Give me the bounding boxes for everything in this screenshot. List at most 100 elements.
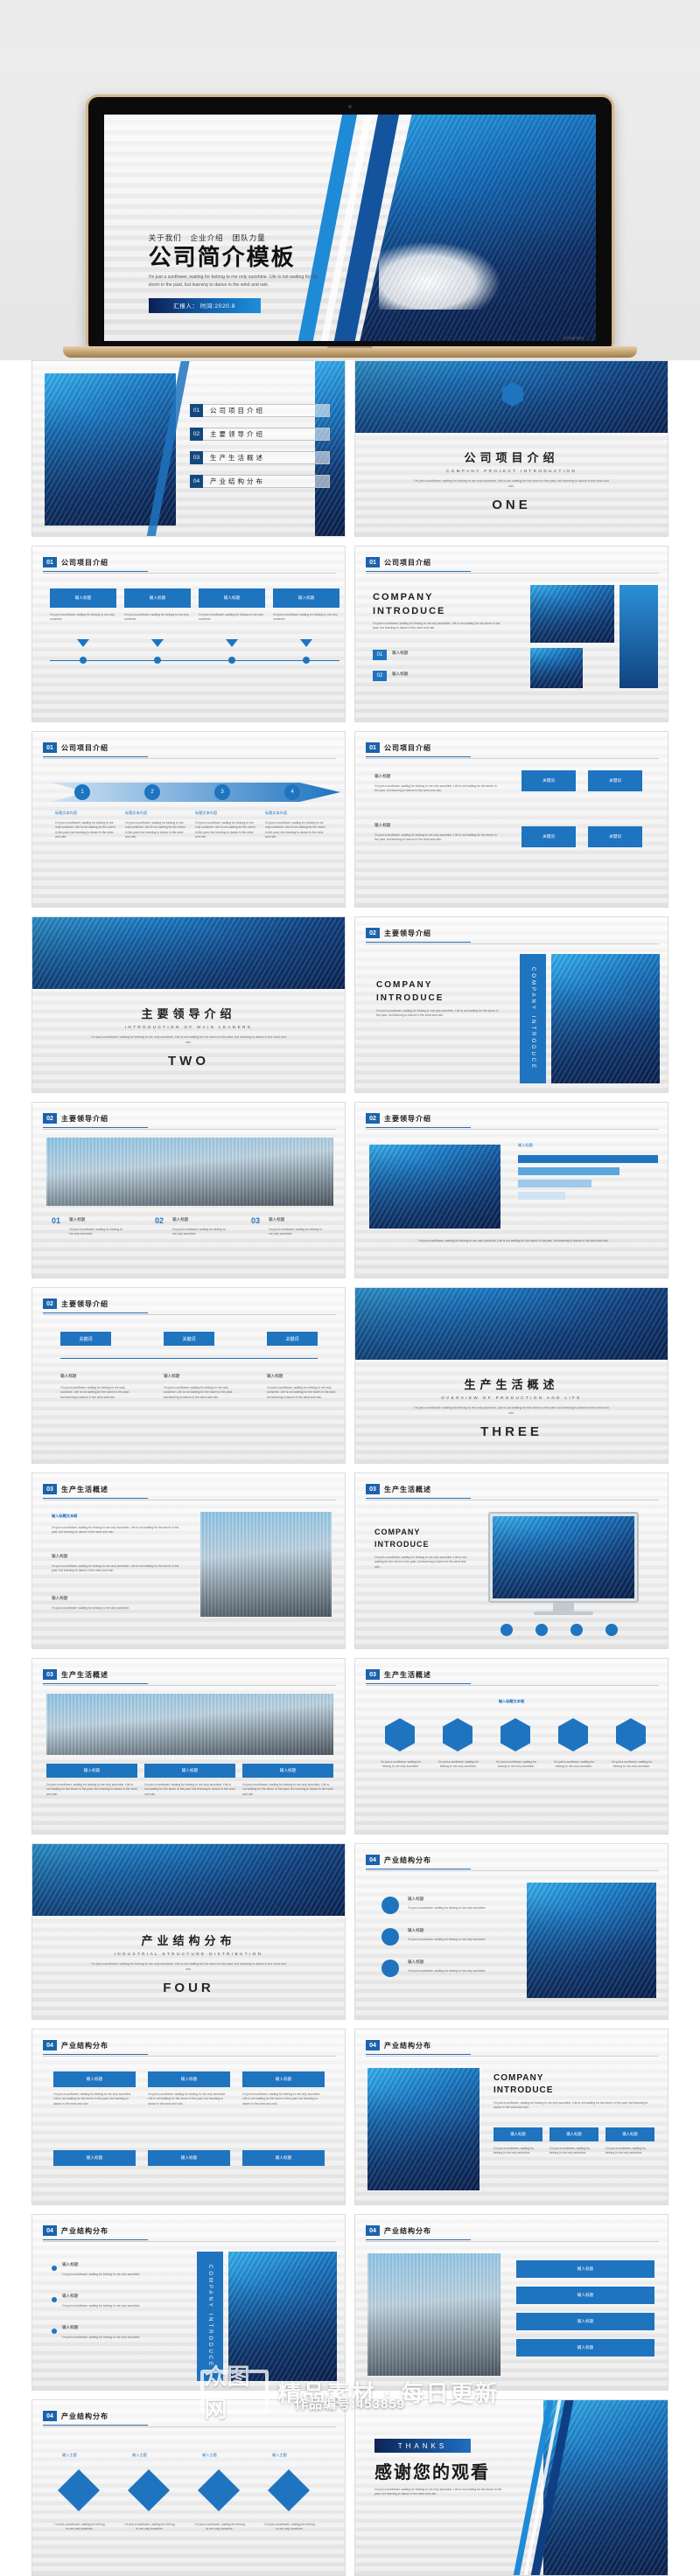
card-1[interactable]: 输入标题 xyxy=(124,588,191,608)
process-step-3[interactable]: 3 xyxy=(214,784,230,800)
process-step-1[interactable]: 1 xyxy=(74,784,90,800)
slide-header: 04 产业结构分布 xyxy=(366,1855,431,1865)
thanks-title: 感谢您的观看 xyxy=(374,2463,490,2482)
slide-dot-list[interactable]: 04 产业结构分布 输入标题 I'm just a sunflower, wai… xyxy=(354,1843,668,2020)
card-bottom-2[interactable]: 输入标题 xyxy=(242,2150,325,2166)
card-top-2[interactable]: 输入标题 xyxy=(242,2071,325,2087)
slide-three-cards[interactable]: 04 产业结构分布 输入标题 输入标题 输入标题 I'm just a sunf… xyxy=(32,2029,346,2205)
icon-button-4[interactable]: 关键词 xyxy=(588,826,642,847)
slide-photo-three[interactable]: 02 主要领导介绍 01 输入标题 I'm just a sunflower, … xyxy=(32,1102,346,1278)
slide-tabs-three[interactable]: 02 主要领导介绍 关键词 关键词 关键词 输入标题 I'm just a su… xyxy=(32,1287,346,1464)
toc-item-2[interactable]: 03 生产生活概述 xyxy=(190,450,330,465)
icon-button-3[interactable]: 关键词 xyxy=(522,826,576,847)
slide-city-three[interactable]: 03 生产生活概述 输入标题 输入标题 输入标题 I'm just a sunf… xyxy=(32,1658,346,1835)
feature-icon-0[interactable] xyxy=(500,1624,513,1636)
diamond-text-2: I'm just a sunflower, waiting for belong… xyxy=(194,2523,245,2531)
list-icon-1[interactable] xyxy=(382,1928,399,1946)
divider-title-en: INDUSTRIAL STRUCTURE DISTRIBUTION xyxy=(114,1952,263,1956)
feature-icon-2[interactable] xyxy=(570,1624,583,1636)
toc-item-3[interactable]: 04 产业结构分布 xyxy=(190,474,330,489)
list-right-item-0[interactable]: 输入标题 xyxy=(516,2260,654,2278)
card-label: 输入标题 xyxy=(298,595,315,600)
right-photo-tag-0[interactable]: 输入标题 xyxy=(494,2127,542,2141)
tab-0[interactable]: 关键词 xyxy=(60,1332,111,1346)
icon-button-2[interactable]: 关键词 xyxy=(588,770,642,791)
slide-left-text[interactable]: 03 生产生活概述 输入标题文本框 I'm just a sunflower, … xyxy=(32,1472,346,1649)
left-text-title: 输入标题文本框 xyxy=(52,1514,78,1518)
tab-1[interactable]: 关键词 xyxy=(164,1332,214,1346)
slide-icon-grid[interactable]: 01 公司项目介绍 输入标题 I'm just a sunflower, wai… xyxy=(354,731,668,908)
slide-list-right[interactable]: 04 产业结构分布 输入标题 输入标题 输入标题 输入标题 xyxy=(354,2214,668,2391)
list-icon-0[interactable] xyxy=(382,1897,399,1914)
laptop-lid: 关于我们 企业介绍 团队力量 公司简介模板 I'm just a sunflower… xyxy=(86,94,614,346)
slide-number: 02 xyxy=(366,1113,380,1124)
card-0[interactable]: 输入标题 xyxy=(50,588,116,608)
monitor-frame xyxy=(488,1512,639,1603)
slide-side-banner[interactable]: 02 主要领导介绍 COMPANY INTRODUCE I'm just a s… xyxy=(354,916,668,1093)
card-top-0[interactable]: 输入标题 xyxy=(53,2071,136,2087)
slide-number: 04 xyxy=(43,2225,57,2236)
toc-item-0[interactable]: 01 公司项目介绍 xyxy=(190,403,330,418)
slide-section-divider-1[interactable]: 公司项目介绍 COMPANY PROJECT INTRODUCTION I'm … xyxy=(354,360,668,537)
slide-bullets-img[interactable]: 04 产业结构分布 输入标题 I'm just a sunflower, wai… xyxy=(32,2214,346,2391)
toc-number: 04 xyxy=(190,475,203,488)
slide-five-icons[interactable]: 03 生产生活概述 输入标题文本框 I'm just a sunflower, … xyxy=(354,1658,668,1835)
card-2[interactable]: 输入标题 xyxy=(199,588,265,608)
slide-diamonds[interactable]: 04 产业结构分布 输入主题 输入主题 输入主题 输入主题 I'm just a… xyxy=(32,2399,346,2576)
card-3[interactable]: 输入标题 xyxy=(273,588,340,608)
tag-label: 输入标题 xyxy=(510,2132,526,2136)
caption-label: 输入标题 xyxy=(83,1768,101,1772)
slide-toc[interactable]: 01 公司项目介绍 02 主要领导介绍 03 生产生活概述 04 产业结构分布 xyxy=(32,360,346,537)
right-photo-tag-2[interactable]: 输入标题 xyxy=(606,2127,654,2141)
slide-section-divider-3[interactable]: 生产生活概述 OVERVIEW OF PRODUCTION AND LIFE I… xyxy=(354,1287,668,1464)
right-photo-tag-1[interactable]: 输入标题 xyxy=(550,2127,598,2141)
item-label: 输入标题 xyxy=(577,2293,594,2297)
list-icon-2[interactable] xyxy=(382,1960,399,1977)
slide-right-photo[interactable]: 04 产业结构分布 COMPANY INTRODUCE I'm just a s… xyxy=(354,2029,668,2205)
caption-box-0[interactable]: 输入标题 xyxy=(46,1764,137,1778)
divider-word: ONE xyxy=(492,497,531,512)
card-bottom-1[interactable]: 输入标题 xyxy=(148,2150,230,2166)
feature-icon-3[interactable] xyxy=(606,1624,618,1636)
tab-content-text-2: I'm just a sunflower, waiting for belong… xyxy=(267,1386,336,1399)
toc-photo-right xyxy=(315,361,345,536)
slide-header: 01 公司项目介绍 xyxy=(43,742,108,753)
divider-title-block: 生产生活概述 OVERVIEW OF PRODUCTION AND LIFE I… xyxy=(355,1375,668,1439)
toc-item-1[interactable]: 02 主要领导介绍 xyxy=(190,427,330,442)
slide-four-cards[interactable]: 01 公司项目介绍 输入标题 输入标题 输入标题 输入标题 I'm just a… xyxy=(32,546,346,722)
card-top-1[interactable]: 输入标题 xyxy=(148,2071,230,2087)
divider-paragraph: I'm just a sunflower, waiting for belong… xyxy=(91,1962,286,1972)
list-right-item-2[interactable]: 输入标题 xyxy=(516,2313,654,2330)
process-step-2[interactable]: 2 xyxy=(144,784,160,800)
feature-icon-1[interactable] xyxy=(536,1624,548,1636)
slide-thanks[interactable]: THANKS 感谢您的观看 I'm just a sunflower, wait… xyxy=(354,2399,668,2576)
slide-section-divider-4[interactable]: 产业结构分布 INDUSTRIAL STRUCTURE DISTRIBUTION… xyxy=(32,1843,346,2020)
slide-section-divider-2[interactable]: 主要领导介绍 INTRODUCTION OF MAIN LEADERS I'm … xyxy=(32,916,346,1093)
toc-label: 公司项目介绍 xyxy=(203,404,330,417)
slide-header-title: 生产生活概述 xyxy=(61,1670,108,1679)
item-text-01: I'm just a sunflower, waiting for belong… xyxy=(69,1228,122,1236)
slide-monitor[interactable]: 03 生产生活概述 COMPANY INTRODUCE I'm just a s… xyxy=(354,1472,668,1649)
card-bottom-0[interactable]: 输入标题 xyxy=(53,2150,136,2166)
cover-nav: 关于我们 企业介绍 团队力量 xyxy=(149,233,324,243)
bullet-dot-0 xyxy=(52,2266,57,2271)
left-text-body-2: I'm just a sunflower, waiting for belong… xyxy=(52,1606,130,1610)
slide-header-title: 公司项目介绍 xyxy=(61,743,108,752)
caption-label: 输入标题 xyxy=(181,1768,199,1772)
card-text-1: I'm just a sunflower, waiting for belong… xyxy=(124,613,189,622)
tab-2[interactable]: 关键词 xyxy=(267,1332,318,1346)
slide-number: 01 xyxy=(43,742,57,753)
list-right-item-3[interactable]: 输入标题 xyxy=(516,2339,654,2357)
icon-button-1[interactable]: 关键词 xyxy=(522,770,576,791)
cover-nav-item-0: 关于我们 xyxy=(148,233,182,242)
slide-company-introduce[interactable]: 01 公司项目介绍 COMPANY INTRODUCE I'm just a s… xyxy=(354,546,668,722)
slide-process[interactable]: 01 公司项目介绍 1 2 3 4 标题文本内容 标题文本内容 标题文本内容 标… xyxy=(32,731,346,908)
list-right-item-1[interactable]: 输入标题 xyxy=(516,2287,654,2304)
caption-box-2[interactable]: 输入标题 xyxy=(242,1764,333,1778)
slide-bar-chart[interactable]: 02 主要领导介绍 输入标题 I'm just a sunflower, wai… xyxy=(354,1102,668,1278)
caption-box-1[interactable]: 输入标题 xyxy=(144,1764,235,1778)
process-step-4[interactable]: 4 xyxy=(284,784,300,800)
card-text-2: I'm just a sunflower, waiting for belong… xyxy=(199,613,263,622)
icongrid-text-1: I'm just a sunflower, waiting for belong… xyxy=(374,784,497,793)
slide-row: 02 主要领导介绍 关键词 关键词 关键词 输入标题 I'm just a su… xyxy=(32,1287,668,1464)
